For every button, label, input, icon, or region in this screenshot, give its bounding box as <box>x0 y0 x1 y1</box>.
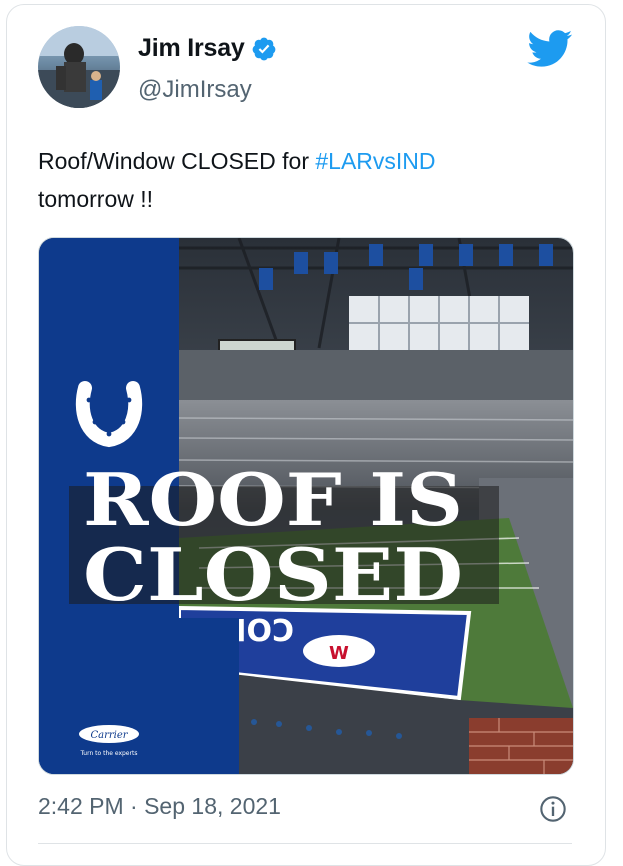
tweet-text: Roof/Window CLOSED for #LARvsIND tomorro… <box>38 142 578 218</box>
headline-line-2: CLOSED <box>83 532 463 617</box>
author-handle[interactable]: @JimIrsay <box>138 76 252 104</box>
roof-closed-graphic: COL W ROOF IS CLOSED Carrier Turn to the… <box>39 238 573 774</box>
twitter-bird-icon[interactable] <box>527 30 573 68</box>
svg-text:W: W <box>329 643 349 664</box>
hashtag-link[interactable]: #LARvsIND <box>315 148 435 174</box>
sponsor-logo: Carrier <box>90 730 128 741</box>
divider <box>38 843 572 844</box>
tweet-body-tail: tomorrow !! <box>38 186 154 212</box>
avatar-image <box>38 26 120 108</box>
avatar[interactable] <box>38 26 120 108</box>
tweet-media[interactable]: COL W ROOF IS CLOSED Carrier Turn to the… <box>38 237 574 775</box>
tweet-body: Roof/Window CLOSED for <box>38 148 316 174</box>
author-name[interactable]: Jim Irsay <box>138 34 245 63</box>
headline-line-1: ROOF IS <box>83 457 463 542</box>
verified-badge-icon <box>252 37 275 60</box>
tweet-timestamp[interactable]: 2:42 PM · Sep 18, 2021 <box>38 793 281 820</box>
info-icon[interactable] <box>539 795 567 823</box>
sponsor-tagline: Turn to the experts <box>80 750 138 757</box>
